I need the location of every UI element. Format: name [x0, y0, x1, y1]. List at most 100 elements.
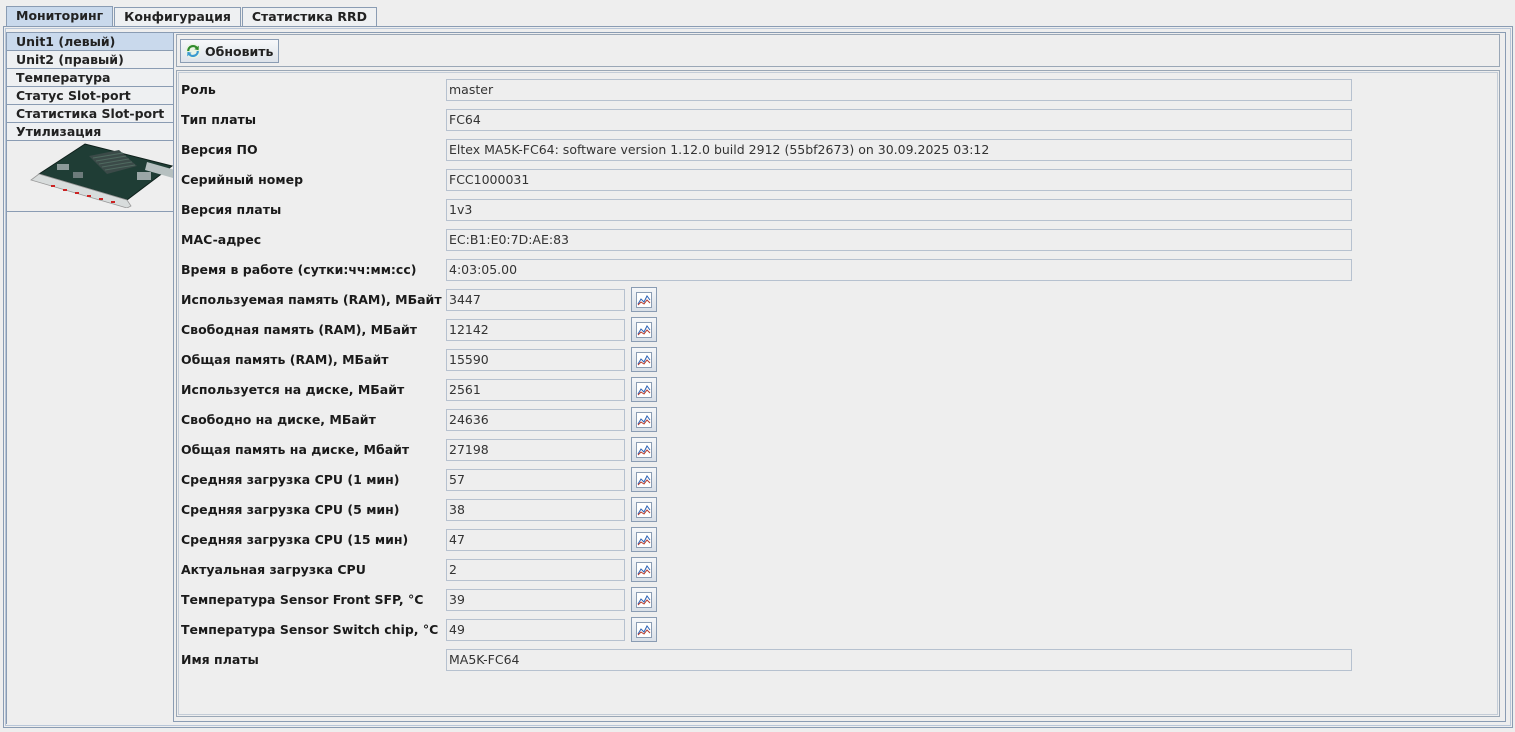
field-row-role: Роль master: [177, 79, 1499, 101]
chart-icon: [636, 411, 652, 428]
refresh-button[interactable]: Обновить: [180, 39, 280, 63]
field-label: Средняя загрузка CPU (15 мин): [181, 532, 409, 547]
field-label: Имя платы: [181, 652, 259, 667]
graph-button[interactable]: [631, 407, 657, 432]
field-row-cpu-load-5m: Средняя загрузка CPU (5 мин) 38: [177, 497, 1499, 522]
field-label: MAC-адрес: [181, 232, 262, 247]
field-label: Роль: [181, 82, 216, 97]
field-label: Свободно на диске, МБайт: [181, 412, 376, 427]
field-value-software-version[interactable]: Eltex MA5K-FC64: software version 1.12.0…: [446, 139, 1352, 161]
field-value-disk-free[interactable]: 24636: [446, 409, 625, 431]
field-label: Время в работе (сутки:чч:мм:сс): [181, 262, 417, 277]
field-row-serial-number: Серийный номер FCC1000031: [177, 169, 1499, 191]
refresh-icon: [185, 43, 201, 59]
field-label: Серийный номер: [181, 172, 304, 187]
graph-button[interactable]: [631, 617, 657, 642]
field-label: Версия платы: [181, 202, 282, 217]
side-tab-unit1[interactable]: Unit1 (левый): [6, 32, 174, 50]
field-row-disk-free: Свободно на диске, МБайт 24636: [177, 407, 1499, 432]
graph-button[interactable]: [631, 557, 657, 582]
field-value-role[interactable]: master: [446, 79, 1352, 101]
field-label: Свободная память (RAM), МБайт: [181, 322, 418, 337]
graph-button[interactable]: [631, 527, 657, 552]
graph-button[interactable]: [631, 287, 657, 312]
chart-icon: [636, 621, 652, 638]
info-form: Роль master Тип платы FC64 Версия ПО Elt…: [176, 70, 1500, 717]
field-value-ram-free[interactable]: 12142: [446, 319, 625, 341]
field-label: Средняя загрузка CPU (1 мин): [181, 472, 400, 487]
field-value-temp-front-sfp[interactable]: 39: [446, 589, 625, 611]
field-row-board-name: Имя платы MA5K-FC64: [177, 649, 1499, 671]
chart-icon: [636, 531, 652, 548]
field-row-mac-address: MAC-адрес EC:B1:E0:7D:AE:83: [177, 229, 1499, 251]
field-label: Используемая память (RAM), МБайт: [181, 292, 442, 307]
field-value-serial-number[interactable]: FCC1000031: [446, 169, 1352, 191]
chart-icon: [636, 441, 652, 458]
field-row-cpu-load-15m: Средняя загрузка CPU (15 мин) 47: [177, 527, 1499, 552]
field-value-cpu-load-5m[interactable]: 38: [446, 499, 625, 521]
field-label: Актуальная загрузка CPU: [181, 562, 366, 577]
field-label: Используется на диске, МБайт: [181, 382, 405, 397]
tab-rrd-statistics[interactable]: Статистика RRD: [241, 7, 378, 26]
chart-icon: [636, 471, 652, 488]
field-label: Тип платы: [181, 112, 257, 127]
field-row-ram-used: Используемая память (RAM), МБайт 3447: [177, 287, 1499, 312]
board-image: [6, 140, 175, 212]
field-value-ram-used[interactable]: 3447: [446, 289, 625, 311]
field-row-software-version: Версия ПО Eltex MA5K-FC64: software vers…: [177, 139, 1499, 161]
top-tab-bar: Мониторинг Конфигурация Статистика RRD: [6, 6, 378, 27]
graph-button[interactable]: [631, 467, 657, 492]
field-value-cpu-load-15m[interactable]: 47: [446, 529, 625, 551]
field-row-ram-free: Свободная память (RAM), МБайт 12142: [177, 317, 1499, 342]
field-row-disk-total: Общая память на диске, Мбайт 27198: [177, 437, 1499, 462]
chart-icon: [636, 501, 652, 518]
field-value-cpu-load-1m[interactable]: 57: [446, 469, 625, 491]
side-tab-unit2[interactable]: Unit2 (правый): [6, 50, 174, 68]
field-value-ram-total[interactable]: 15590: [446, 349, 625, 371]
field-value-disk-total[interactable]: 27198: [446, 439, 625, 461]
field-value-board-name[interactable]: MA5K-FC64: [446, 649, 1352, 671]
graph-button[interactable]: [631, 377, 657, 402]
field-label: Общая память на диске, Мбайт: [181, 442, 410, 457]
field-value-cpu-load-current[interactable]: 2: [446, 559, 625, 581]
field-row-temp-switch-chip: Температура Sensor Switch chip, °C 49: [177, 617, 1499, 642]
field-value-board-type[interactable]: FC64: [446, 109, 1352, 131]
chart-icon: [636, 591, 652, 608]
field-value-disk-used[interactable]: 2561: [446, 379, 625, 401]
side-tab-temperature[interactable]: Температура: [6, 68, 174, 86]
field-value-uptime[interactable]: 4:03:05.00: [446, 259, 1352, 281]
field-label: Общая память (RAM), МБайт: [181, 352, 389, 367]
field-value-board-version[interactable]: 1v3: [446, 199, 1352, 221]
tab-monitoring[interactable]: Мониторинг: [6, 6, 114, 27]
chart-icon: [636, 291, 652, 308]
field-row-temp-front-sfp: Температура Sensor Front SFP, °C 39: [177, 587, 1499, 612]
field-row-board-type: Тип платы FC64: [177, 109, 1499, 131]
graph-button[interactable]: [631, 497, 657, 522]
side-tab-slot-port-statistics[interactable]: Статистика Slot-port: [6, 104, 174, 122]
graph-button[interactable]: [631, 317, 657, 342]
field-row-board-version: Версия платы 1v3: [177, 199, 1499, 221]
tab-configuration[interactable]: Конфигурация: [114, 7, 241, 26]
chart-icon: [636, 381, 652, 398]
field-value-temp-switch-chip[interactable]: 49: [446, 619, 625, 641]
field-label: Средняя загрузка CPU (5 мин): [181, 502, 400, 517]
chart-icon: [636, 321, 652, 338]
field-label: Температура Sensor Switch chip, °C: [181, 622, 439, 637]
side-tab-bar: Unit1 (левый) Unit2 (правый) Температура…: [6, 32, 175, 212]
field-label: Температура Sensor Front SFP, °C: [181, 592, 424, 607]
field-row-disk-used: Используется на диске, МБайт 2561: [177, 377, 1499, 402]
graph-button[interactable]: [631, 347, 657, 372]
field-value-mac-address[interactable]: EC:B1:E0:7D:AE:83: [446, 229, 1352, 251]
side-tab-utilization[interactable]: Утилизация: [6, 122, 174, 140]
field-row-cpu-load-current: Актуальная загрузка CPU 2: [177, 557, 1499, 582]
refresh-button-label: Обновить: [205, 43, 274, 59]
graph-button[interactable]: [631, 437, 657, 462]
side-tab-slot-port-status[interactable]: Статус Slot-port: [6, 86, 174, 104]
chart-icon: [636, 351, 652, 368]
toolbar: Обновить: [176, 34, 1500, 67]
chart-icon: [636, 561, 652, 578]
graph-button[interactable]: [631, 587, 657, 612]
field-row-ram-total: Общая память (RAM), МБайт 15590: [177, 347, 1499, 372]
field-label: Версия ПО: [181, 142, 258, 157]
field-row-cpu-load-1m: Средняя загрузка CPU (1 мин) 57: [177, 467, 1499, 492]
